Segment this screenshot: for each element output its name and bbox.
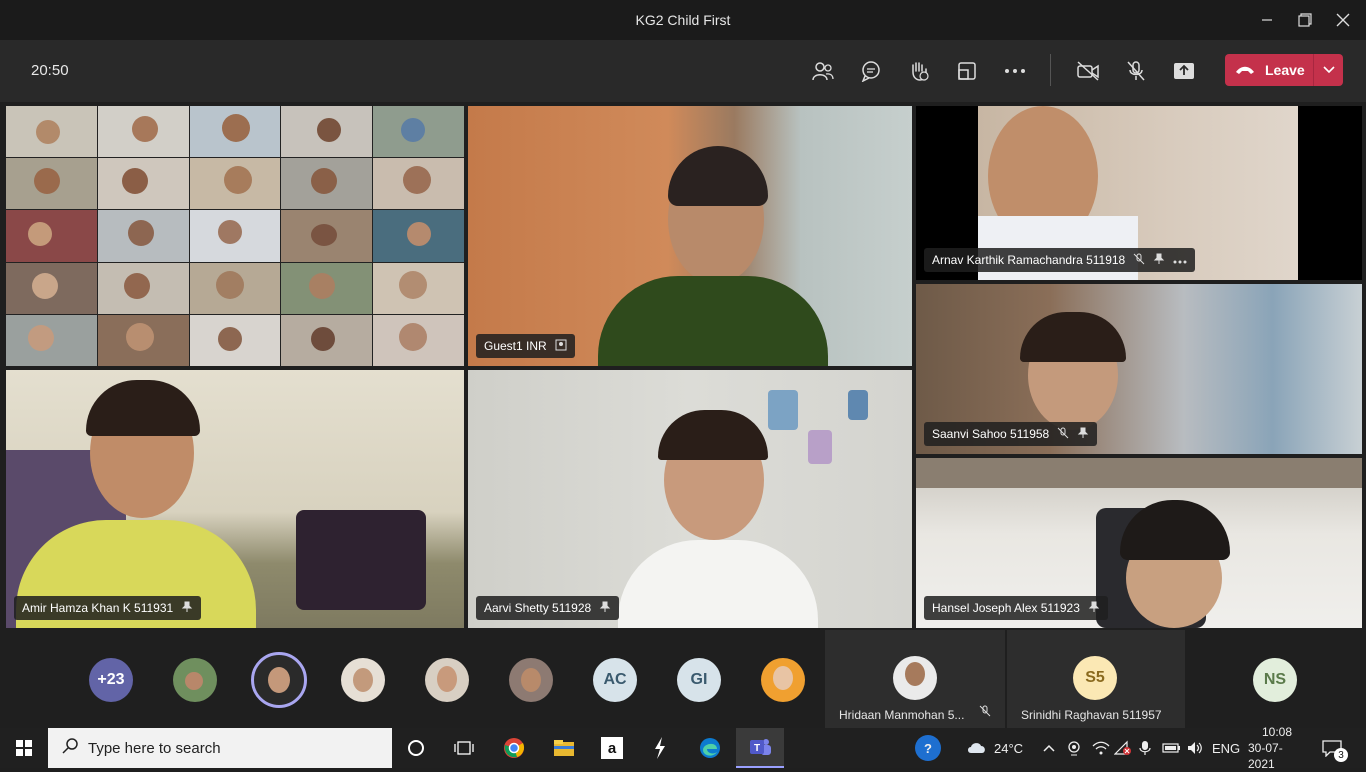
taskbar-time: 10:08 [1261, 725, 1293, 739]
raise-hand-icon[interactable] [904, 56, 934, 86]
hang-up-icon [1225, 65, 1265, 75]
participant-avatar[interactable] [425, 658, 469, 702]
participants-icon[interactable] [808, 56, 838, 86]
taskbar-date: 30-07-2021 [1248, 741, 1283, 771]
battery-icon[interactable] [1162, 728, 1182, 768]
window-title: KG2 Child First [635, 12, 731, 28]
video-tile-hansel[interactable]: Hansel Joseph Alex 511923 [916, 458, 1362, 628]
participant-avatar-initials: S5 [1073, 656, 1117, 700]
participant-nametag: Amir Hamza Khan K 511931 [14, 596, 202, 620]
mic-muted-icon[interactable] [1121, 56, 1151, 86]
amazon-icon[interactable]: a [588, 728, 636, 768]
guest-badge-icon [555, 339, 567, 354]
video-tile-arnav[interactable]: Arnav Karthik Ramachandra 511918 [916, 106, 1362, 280]
pin-icon [181, 601, 193, 616]
pin-icon [1077, 427, 1089, 442]
participant-avatar-initials[interactable]: GI [677, 658, 721, 702]
mic-muted-icon [1057, 427, 1069, 442]
show-hidden-icons-chevron-icon[interactable] [1043, 728, 1055, 768]
participant-avatar[interactable] [341, 658, 385, 702]
participant-avatar-initials[interactable]: AC [593, 658, 637, 702]
participant-nametag: Hansel Joseph Alex 511923 [924, 596, 1108, 620]
participant-avatar[interactable] [761, 658, 805, 702]
taskbar-search-box[interactable]: Type here to search [48, 728, 392, 768]
participant-avatar-speaking[interactable] [251, 652, 307, 708]
participant-nametag: Guest1 INR [476, 334, 575, 358]
pin-icon [1153, 253, 1165, 268]
app-lightning-icon[interactable] [636, 728, 684, 768]
more-options-icon[interactable] [1173, 253, 1187, 267]
participant-card-srinidhi[interactable]: S5 Srinidhi Raghavan 511957 [1007, 630, 1185, 728]
participant-name: Hridaan Manmohan 5... [839, 708, 965, 722]
file-explorer-icon[interactable] [540, 728, 588, 768]
participant-name: Hansel Joseph Alex 511923 [932, 601, 1080, 615]
weather-temperature: 24°C [994, 740, 1024, 756]
cortana-icon[interactable] [392, 728, 440, 768]
overflow-participants-button[interactable]: +23 [89, 658, 133, 702]
mic-muted-icon [979, 704, 991, 722]
breakout-rooms-icon[interactable] [952, 56, 982, 86]
chat-icon[interactable] [856, 56, 886, 86]
participant-avatar[interactable] [173, 658, 217, 702]
camera-off-icon[interactable] [1073, 56, 1103, 86]
more-actions-icon[interactable] [1000, 56, 1030, 86]
svg-text:T: T [754, 743, 760, 754]
volume-icon[interactable] [1187, 728, 1203, 768]
participant-card-hridaan[interactable]: Hridaan Manmohan 5... [825, 630, 1005, 728]
leave-label: Leave [1265, 62, 1305, 78]
video-tile-aarvi[interactable]: Aarvi Shetty 511928 [468, 370, 912, 628]
pin-icon [1088, 601, 1100, 616]
leave-options-chevron-icon[interactable] [1313, 54, 1343, 86]
mic-muted-icon [1133, 253, 1145, 268]
taskbar-clock[interactable]: 10:08 30-07-2021 [1248, 725, 1306, 771]
gallery-wall-video [6, 106, 464, 366]
network-blocked-icon[interactable] [1114, 728, 1132, 768]
webcam-tray-icon[interactable] [1066, 728, 1082, 768]
video-stage: Guest1 INR Arnav Karthik Ramachandra 511… [0, 102, 1366, 630]
participant-avatar [893, 656, 937, 700]
help-icon[interactable]: ? [915, 735, 941, 761]
close-button[interactable] [1320, 0, 1366, 40]
participant-nametag: Arnav Karthik Ramachandra 511918 [924, 248, 1196, 272]
meeting-toolbar: 20:50 Leave [0, 40, 1366, 102]
windows-start-icon[interactable] [0, 728, 48, 768]
wifi-icon[interactable] [1092, 728, 1110, 768]
windows-taskbar: Type here to search a T ? 24°C ENG 10:08… [0, 725, 1366, 771]
participant-name: Saanvi Sahoo 511958 [932, 427, 1050, 441]
participant-nametag: Aarvi Shetty 511928 [476, 596, 620, 620]
participant-name: Srinidhi Raghavan 511957 [1021, 708, 1162, 722]
participant-strip: +23 AC GI Hridaan Manmohan 5... S5 Srini… [0, 630, 1366, 728]
participant-nametag: Saanvi Sahoo 511958 [924, 422, 1098, 446]
search-icon [62, 737, 78, 759]
search-placeholder: Type here to search [88, 739, 221, 757]
participant-avatar[interactable] [509, 658, 553, 702]
participant-name: Arnav Karthik Ramachandra 511918 [932, 253, 1126, 267]
pin-icon [599, 601, 611, 616]
toolbar-divider [1050, 54, 1051, 86]
notification-center-icon[interactable]: 3 [1322, 728, 1348, 768]
video-tile-guest[interactable]: Guest1 INR [468, 106, 912, 366]
edge-icon[interactable] [686, 728, 734, 768]
video-tile-saanvi[interactable]: Saanvi Sahoo 511958 [916, 284, 1362, 454]
meeting-elapsed-time: 20:50 [31, 62, 69, 79]
window-titlebar: KG2 Child First [0, 0, 1366, 40]
participant-name: Aarvi Shetty 511928 [484, 601, 592, 615]
participant-name: Guest1 INR [484, 339, 547, 353]
video-tile-amir[interactable]: Amir Hamza Khan K 511931 [6, 370, 464, 628]
task-view-icon[interactable] [440, 728, 488, 768]
weather-widget[interactable]: 24°C [966, 728, 1023, 768]
input-language[interactable]: ENG [1212, 728, 1240, 768]
notification-count-badge: 3 [1334, 748, 1348, 762]
leave-button[interactable]: Leave [1225, 54, 1343, 86]
gallery-wall-tile[interactable] [6, 106, 464, 366]
participant-name: Amir Hamza Khan K 511931 [22, 601, 174, 615]
chrome-icon[interactable] [490, 728, 538, 768]
teams-icon[interactable]: T [736, 728, 784, 768]
cloud-icon [966, 739, 988, 758]
share-screen-icon[interactable] [1169, 56, 1199, 86]
participant-avatar-initials[interactable]: NS [1253, 658, 1297, 702]
microphone-tray-icon[interactable] [1139, 728, 1151, 768]
